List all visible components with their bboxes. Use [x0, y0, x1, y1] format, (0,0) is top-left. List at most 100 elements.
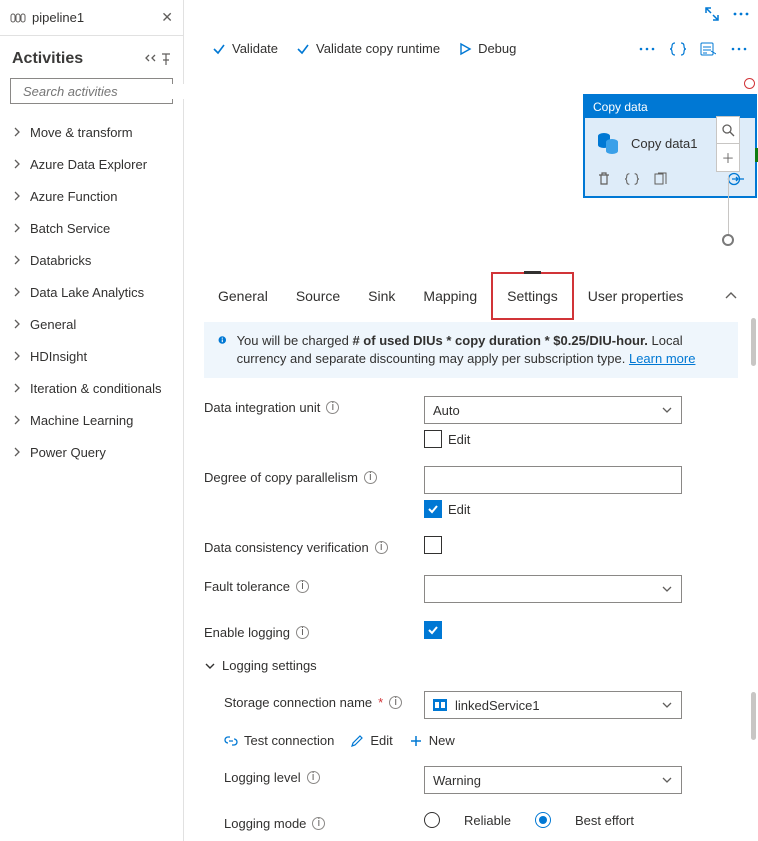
activity-category[interactable]: Data Lake Analytics	[6, 276, 177, 308]
chevron-right-icon	[12, 447, 22, 457]
parallelism-label: Degree of copy parallelism	[204, 470, 358, 485]
enable-logging-label: Enable logging	[204, 625, 290, 640]
fault-tolerance-select[interactable]	[424, 575, 682, 603]
search-activities[interactable]	[10, 78, 173, 104]
info-icon[interactable]: i	[389, 696, 402, 709]
search-input[interactable]	[23, 84, 201, 99]
info-icon	[218, 332, 227, 348]
parallelism-edit-checkbox[interactable]	[424, 500, 442, 518]
tab-source[interactable]: Source	[282, 274, 354, 318]
logging-mode-reliable-radio[interactable]	[424, 812, 440, 828]
validate-copy-runtime-button[interactable]: Validate copy runtime	[296, 41, 440, 56]
validation-error-indicator[interactable]	[744, 78, 755, 89]
pane-collapse-button[interactable]	[724, 289, 738, 303]
edit-icon	[350, 734, 364, 748]
test-connection-button[interactable]: Test connection	[224, 733, 334, 748]
diu-select[interactable]: Auto	[424, 396, 682, 424]
storage-connection-label: Storage connection name	[224, 695, 372, 710]
validate-button[interactable]: Validate	[212, 41, 278, 56]
debug-button[interactable]: Debug	[458, 41, 516, 56]
chevron-down-icon	[661, 699, 673, 711]
chevron-down-icon	[661, 583, 673, 595]
tab-close-button[interactable]: ✕	[161, 9, 173, 26]
info-icon[interactable]: i	[307, 771, 320, 784]
tab-sink[interactable]: Sink	[354, 274, 409, 318]
diu-label: Data integration unit	[204, 400, 320, 415]
pricing-banner: You will be charged # of used DIUs * cop…	[204, 322, 738, 378]
tab-general[interactable]: General	[204, 274, 282, 318]
chevron-right-icon	[12, 223, 22, 233]
activity-category[interactable]: Azure Data Explorer	[6, 148, 177, 180]
activity-category[interactable]: Power Query	[6, 436, 177, 468]
check-icon	[212, 42, 226, 56]
chevron-down-icon	[661, 774, 673, 786]
diu-edit-checkbox[interactable]	[424, 430, 442, 448]
tab-mapping[interactable]: Mapping	[409, 274, 491, 318]
info-icon[interactable]: i	[326, 401, 339, 414]
storage-connection-select[interactable]: linkedService1	[424, 691, 682, 719]
settings-pane: You will be charged # of used DIUs * cop…	[184, 320, 758, 841]
node-name: Copy data1	[631, 136, 698, 151]
fault-tolerance-label: Fault tolerance	[204, 579, 290, 594]
braces-icon[interactable]	[670, 42, 686, 56]
canvas[interactable]: Copy data Copy data1 ＋	[184, 64, 758, 272]
consistency-checkbox[interactable]	[424, 536, 442, 554]
canvas-search-button[interactable]	[716, 116, 740, 144]
info-icon[interactable]: i	[296, 626, 309, 639]
scrollbar-thumb[interactable]	[751, 318, 756, 366]
logging-mode-label: Logging mode	[224, 816, 306, 831]
zoom-slider-handle[interactable]	[722, 234, 734, 246]
learn-more-link[interactable]: Learn more	[629, 351, 695, 366]
activity-category[interactable]: Machine Learning	[6, 404, 177, 436]
more-icon[interactable]	[732, 6, 750, 22]
info-icon[interactable]: i	[375, 541, 388, 554]
plus-icon	[409, 734, 423, 748]
chevron-right-icon	[12, 319, 22, 329]
settings-tabstrip: General Source Sink Mapping Settings Use…	[184, 272, 758, 320]
chevron-right-icon	[12, 351, 22, 361]
info-icon[interactable]: i	[296, 580, 309, 593]
code-view-icon[interactable]	[700, 42, 716, 56]
zoom-slider[interactable]	[728, 176, 729, 236]
zoom-in-button[interactable]: ＋	[716, 144, 740, 172]
pipeline-tab-title: pipeline1	[32, 10, 84, 25]
fullscreen-icon[interactable]	[704, 6, 720, 22]
chevron-right-icon	[12, 127, 22, 137]
chevron-down-icon	[661, 404, 673, 416]
linked-service-icon	[433, 699, 447, 711]
logging-mode-best-effort-radio[interactable]	[535, 812, 551, 828]
scrollbar-thumb[interactable]	[751, 692, 756, 740]
logging-level-label: Logging level	[224, 770, 301, 785]
chevron-right-icon	[12, 255, 22, 265]
chevron-right-icon	[12, 383, 22, 393]
activity-category[interactable]: General	[6, 308, 177, 340]
logging-level-select[interactable]: Warning	[424, 766, 682, 794]
collapse-icon[interactable]	[143, 52, 157, 66]
node-header: Copy data	[585, 96, 755, 118]
activity-category[interactable]: Databricks	[6, 244, 177, 276]
chevron-down-icon	[204, 660, 216, 672]
delete-icon[interactable]	[597, 172, 611, 186]
tab-settings[interactable]: Settings	[491, 272, 574, 320]
play-icon	[458, 42, 472, 56]
enable-logging-checkbox[interactable]	[424, 621, 442, 639]
ellipsis-icon[interactable]	[730, 42, 748, 56]
braces-icon[interactable]	[625, 172, 639, 186]
activity-category[interactable]: Move & transform	[6, 116, 177, 148]
activity-category[interactable]: HDInsight	[6, 340, 177, 372]
new-connection-button[interactable]: New	[409, 733, 455, 748]
activity-category[interactable]: Azure Function	[6, 180, 177, 212]
info-icon[interactable]: i	[364, 471, 377, 484]
tab-user-properties[interactable]: User properties	[574, 274, 698, 318]
logging-settings-toggle[interactable]: Logging settings	[204, 658, 738, 673]
activity-category[interactable]: Batch Service	[6, 212, 177, 244]
pin-icon[interactable]	[159, 52, 173, 66]
parallelism-input[interactable]	[424, 466, 682, 494]
chevron-right-icon	[12, 159, 22, 169]
activity-category[interactable]: Iteration & conditionals	[6, 372, 177, 404]
edit-connection-button[interactable]: Edit	[350, 733, 392, 748]
ellipsis-icon[interactable]	[638, 42, 656, 56]
pipeline-tab[interactable]: pipeline1 ✕	[0, 0, 183, 36]
info-icon[interactable]: i	[312, 817, 325, 830]
clone-icon[interactable]	[653, 172, 667, 186]
